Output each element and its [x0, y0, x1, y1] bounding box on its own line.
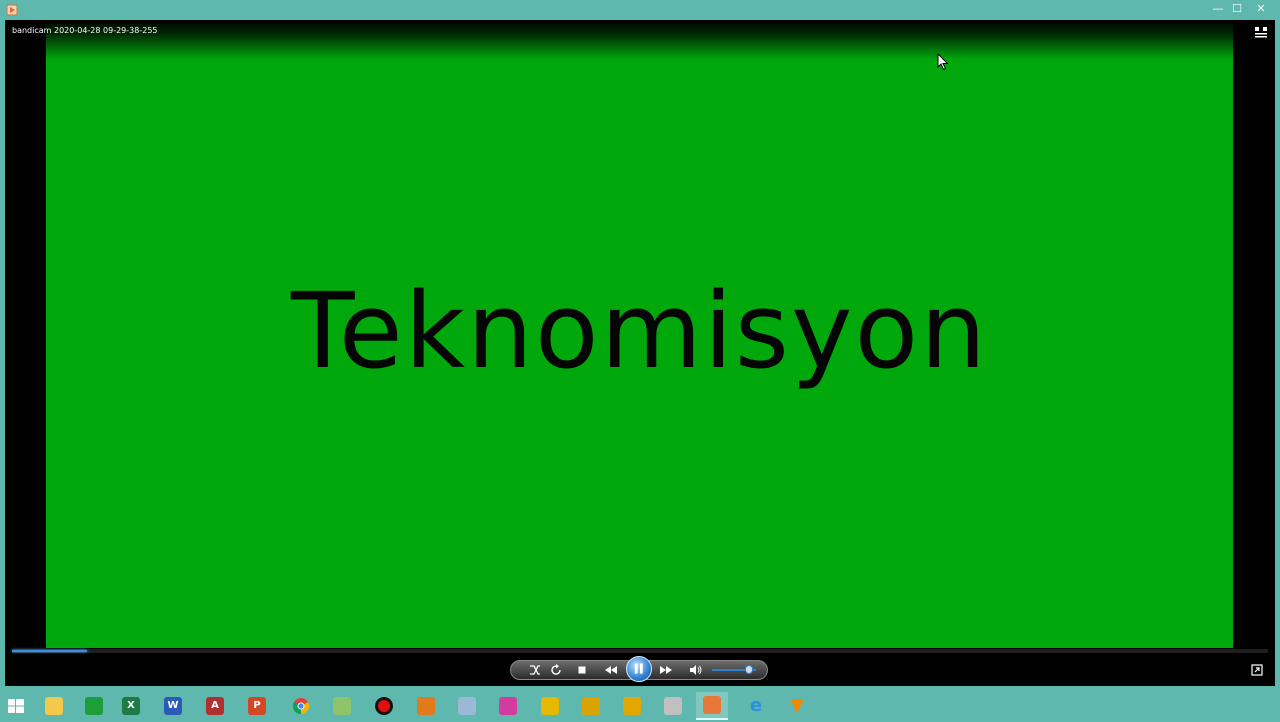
network-app-icon [664, 697, 682, 715]
access-icon: A [206, 697, 224, 715]
taskbar-word[interactable]: W [157, 692, 189, 720]
taskbar-network-app[interactable] [657, 692, 689, 720]
next-icon[interactable] [658, 662, 674, 678]
mouse-cursor-icon [937, 53, 949, 71]
excel-icon: X [122, 697, 140, 715]
start-button-icon [7, 697, 25, 715]
player-app-icon [6, 4, 18, 16]
switch-to-miniplayer-icon[interactable] [1251, 664, 1263, 676]
file-explorer-icon [45, 697, 63, 715]
cross-tool-icon [417, 697, 435, 715]
minimize-button[interactable]: — [1208, 0, 1228, 18]
chrome-icon [292, 697, 310, 715]
word-icon: W [164, 697, 182, 715]
taskbar-yellow-app-3[interactable] [616, 692, 648, 720]
taskbar-bandicam[interactable] [368, 692, 400, 720]
pause-icon [634, 663, 643, 674]
taskbar-chrome[interactable] [285, 692, 317, 720]
taskbar-pink-app[interactable] [492, 692, 524, 720]
title-bar[interactable]: — ☐ ✕ [0, 0, 1280, 20]
taskbar-file-explorer[interactable] [38, 692, 70, 720]
yellow-app-2-icon [582, 697, 600, 715]
taskbar-yellow-app-1[interactable] [534, 692, 566, 720]
video-caption-text: Teknomisyon [290, 270, 989, 392]
switch-to-library-icon[interactable] [1254, 26, 1268, 38]
vlc-icon [788, 697, 806, 715]
media-player-window: — ☐ ✕ bandicam 2020-04-28 09-29-38-255 T… [0, 0, 1280, 690]
taskbar-start-button[interactable] [0, 692, 32, 720]
player-area[interactable]: bandicam 2020-04-28 09-29-38-255 Teknomi… [5, 20, 1275, 686]
volume-icon[interactable] [688, 662, 704, 678]
stop-icon[interactable] [574, 662, 590, 678]
powerpoint-icon: P [248, 697, 266, 715]
video-file-title: bandicam 2020-04-28 09-29-38-255 [12, 26, 158, 35]
taskbar-media-player[interactable] [696, 692, 728, 720]
yellow-app-3-icon [623, 697, 641, 715]
notepad-plus-icon [333, 697, 351, 715]
seek-progress [12, 650, 88, 652]
document-app-icon [458, 697, 476, 715]
taskbar-internet-explorer[interactable]: e [740, 692, 772, 720]
internet-explorer-icon: e [749, 695, 763, 716]
maximize-button[interactable]: ☐ [1227, 0, 1247, 18]
pink-app-icon [499, 697, 517, 715]
taskbar-powerpoint[interactable]: P [241, 692, 273, 720]
shuffle-icon[interactable] [527, 662, 543, 678]
taskbar-store[interactable] [78, 692, 110, 720]
top-overlay [5, 20, 1275, 60]
media-player-icon [703, 696, 721, 714]
store-icon [85, 697, 103, 715]
taskbar-excel[interactable]: X [115, 692, 147, 720]
repeat-icon[interactable] [548, 662, 564, 678]
taskbar-yellow-app-2[interactable] [575, 692, 607, 720]
taskbar: X W A Pe [0, 690, 1280, 720]
taskbar-notepad-plus[interactable] [326, 692, 358, 720]
previous-icon[interactable] [603, 662, 619, 678]
bandicam-icon [375, 697, 393, 715]
taskbar-document-app[interactable] [451, 692, 483, 720]
pause-button[interactable] [626, 656, 652, 682]
close-button[interactable]: ✕ [1250, 0, 1272, 18]
taskbar-cross-tool[interactable] [410, 692, 442, 720]
yellow-app-1-icon [541, 697, 559, 715]
taskbar-vlc[interactable] [781, 692, 813, 720]
taskbar-access[interactable]: A [199, 692, 231, 720]
